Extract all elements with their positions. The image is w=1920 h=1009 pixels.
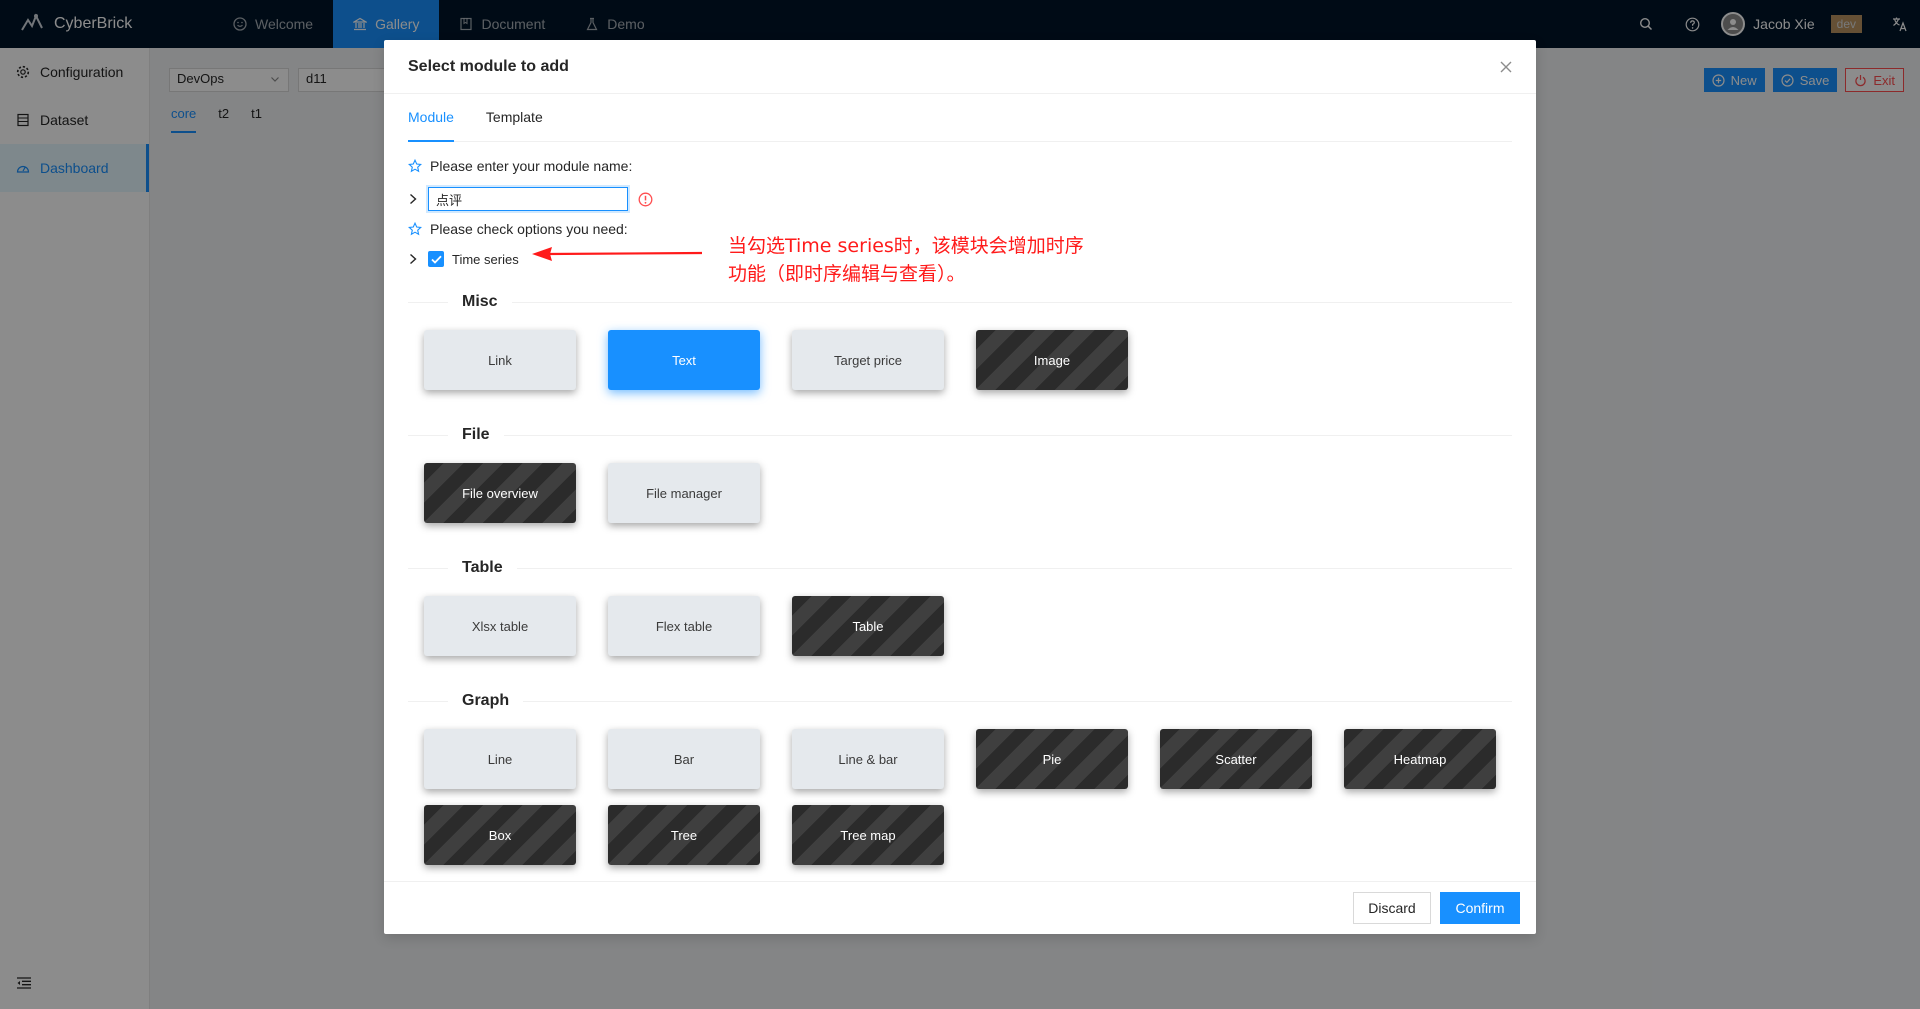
- chevron-right-icon[interactable]: [408, 253, 418, 265]
- name-input-row: [408, 187, 653, 211]
- name-prompt-row: Please enter your module name:: [408, 158, 632, 174]
- divider: [523, 700, 1512, 702]
- time-series-row: Time series: [408, 251, 519, 267]
- divider: [408, 700, 448, 702]
- misc-cards: Link Text Target price Image: [408, 330, 1512, 400]
- module-card-tree[interactable]: Tree: [608, 805, 760, 865]
- annotation-arrow-icon: [532, 247, 703, 261]
- module-card-scatter[interactable]: Scatter: [1160, 729, 1312, 789]
- module-card-line[interactable]: Line: [424, 729, 576, 789]
- section-title: Misc: [462, 293, 498, 310]
- modal-footer: Discard Confirm: [384, 881, 1536, 934]
- modal-tabs: Module Template: [408, 94, 1512, 142]
- annotation-text: 当勾选Time series时，该模块会增加时序功能（即时序编辑与查看）。: [728, 235, 1084, 285]
- module-card-target-price[interactable]: Target price: [792, 330, 944, 390]
- section-header: Table: [408, 558, 1512, 578]
- section-header: File: [408, 425, 1512, 445]
- section-table: Table: [408, 558, 1512, 578]
- module-card-link[interactable]: Link: [424, 330, 576, 390]
- module-card-text[interactable]: Text: [608, 330, 760, 390]
- module-card-heatmap[interactable]: Heatmap: [1344, 729, 1496, 789]
- module-card-line-and-bar[interactable]: Line & bar: [792, 729, 944, 789]
- module-card-flex-table[interactable]: Flex table: [608, 596, 760, 656]
- discard-button[interactable]: Discard: [1353, 892, 1431, 924]
- chevron-right-icon[interactable]: [408, 193, 418, 205]
- section-header: Misc: [408, 292, 1512, 312]
- name-prompt-label: Please enter your module name:: [430, 158, 633, 174]
- table-cards: Xlsx table Flex table Table: [408, 596, 1512, 666]
- section-header: Graph: [408, 691, 1512, 711]
- module-card-tree-map[interactable]: Tree map: [792, 805, 944, 865]
- divider: [408, 567, 448, 569]
- divider: [516, 567, 1512, 569]
- module-card-file-manager[interactable]: File manager: [608, 463, 760, 523]
- star-icon: [408, 159, 422, 173]
- section-title: File: [462, 426, 490, 443]
- section-graph: Graph: [408, 691, 1512, 711]
- divider: [503, 434, 1512, 436]
- module-card-image[interactable]: Image: [976, 330, 1128, 390]
- module-card-pie[interactable]: Pie: [976, 729, 1128, 789]
- star-icon: [408, 222, 422, 236]
- module-card-file-overview[interactable]: File overview: [424, 463, 576, 523]
- module-card-bar[interactable]: Bar: [608, 729, 760, 789]
- module-name-input[interactable]: [428, 187, 628, 211]
- divider: [408, 301, 448, 303]
- tab-module[interactable]: Module: [408, 94, 454, 142]
- divider: [408, 434, 448, 436]
- time-series-label: Time series: [452, 251, 519, 267]
- time-series-checkbox[interactable]: [428, 251, 444, 267]
- section-title: Table: [462, 559, 503, 576]
- section-file: File: [408, 425, 1512, 445]
- select-module-modal: Select module to add Module Template Ple…: [384, 40, 1536, 934]
- divider: [511, 301, 1512, 303]
- options-prompt-row: Please check options you need:: [408, 221, 628, 237]
- module-card-box[interactable]: Box: [424, 805, 576, 865]
- file-cards: File overview File manager: [408, 463, 1512, 533]
- confirm-button[interactable]: Confirm: [1440, 892, 1520, 924]
- module-card-xlsx-table[interactable]: Xlsx table: [424, 596, 576, 656]
- exclamation-circle-icon: [638, 192, 653, 207]
- tab-template[interactable]: Template: [486, 94, 543, 141]
- modal-header: Select module to add: [384, 40, 1536, 94]
- modal-title: Select module to add: [408, 57, 569, 75]
- close-icon[interactable]: [1496, 57, 1516, 77]
- module-card-table[interactable]: Table: [792, 596, 944, 656]
- graph-cards: Line Bar Line & bar Pie Scatter Heatmap …: [408, 729, 1512, 875]
- options-prompt-label: Please check options you need:: [430, 221, 628, 237]
- section-title: Graph: [462, 692, 510, 709]
- section-misc: Misc: [408, 292, 1512, 312]
